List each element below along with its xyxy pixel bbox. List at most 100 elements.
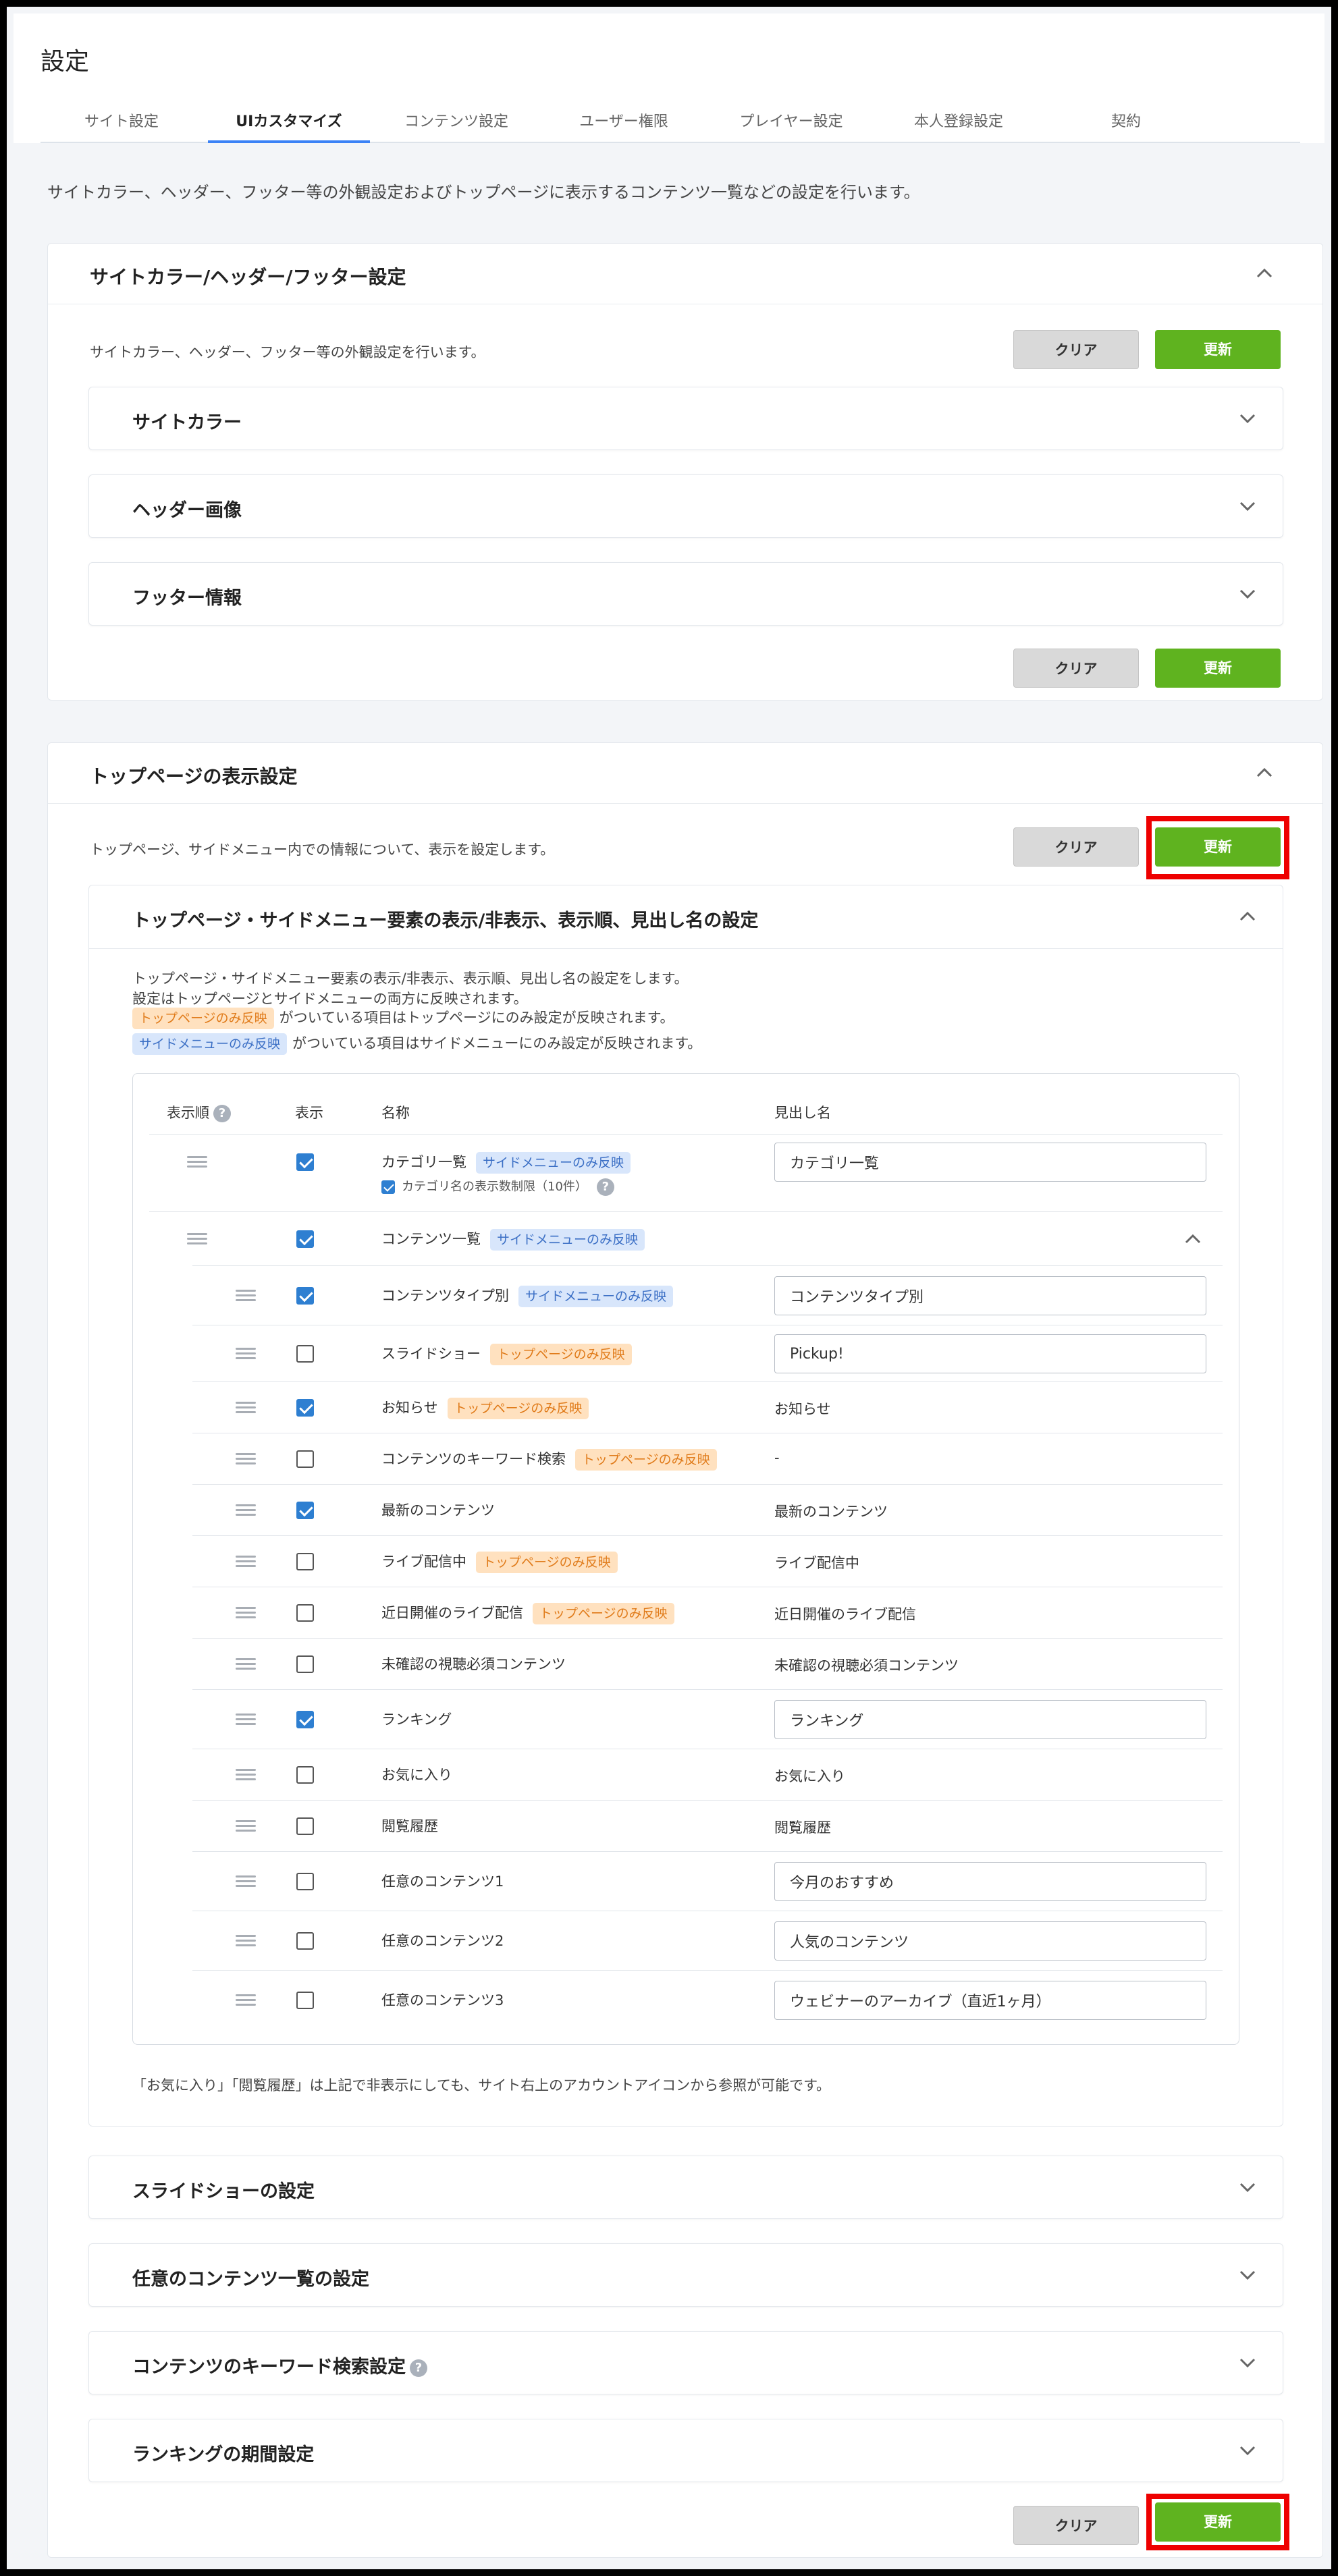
accordion-site-color[interactable]: サイトカラー bbox=[88, 387, 1283, 450]
row-name: 任意のコンテンツ3 bbox=[381, 1990, 513, 2010]
chevron-down-icon[interactable] bbox=[1237, 495, 1258, 517]
category-limit-option[interactable]: カテゴリ名の表示数制限（10件）? bbox=[381, 1177, 614, 1196]
drag-handle-icon[interactable] bbox=[236, 1402, 256, 1414]
section-header[interactable]: トップページの表示設定 bbox=[48, 743, 1322, 804]
tab-site-settings[interactable]: サイト設定 bbox=[41, 101, 203, 143]
row-name-text: コンテンツタイプ別 bbox=[381, 1288, 509, 1304]
accordion-header-image[interactable]: ヘッダー画像 bbox=[88, 474, 1283, 538]
display-checkbox[interactable] bbox=[296, 1502, 314, 1519]
clear-button[interactable]: クリア bbox=[1013, 827, 1139, 867]
chevron-down-icon[interactable] bbox=[1237, 2352, 1258, 2374]
display-checkbox[interactable] bbox=[296, 1711, 314, 1728]
chevron-down-icon[interactable] bbox=[1237, 583, 1258, 605]
heading-input[interactable] bbox=[774, 1276, 1206, 1315]
drag-handle-icon[interactable] bbox=[236, 1290, 256, 1302]
update-button[interactable]: 更新 bbox=[1155, 649, 1281, 688]
drag-handle-icon[interactable] bbox=[236, 1935, 256, 1947]
tab-ui-customize[interactable]: UIカスタマイズ bbox=[208, 101, 370, 143]
clear-button[interactable]: クリア bbox=[1013, 649, 1139, 688]
badge-top-page-only: トップページのみ反映 bbox=[476, 1552, 618, 1573]
heading-input[interactable] bbox=[774, 1700, 1206, 1739]
drag-handle-icon[interactable] bbox=[236, 1714, 256, 1726]
chevron-down-icon[interactable] bbox=[1237, 2264, 1258, 2286]
chevron-down-icon[interactable] bbox=[1237, 2176, 1258, 2198]
row-name: コンテンツのキーワード検索 トップページのみ反映 bbox=[381, 1448, 722, 1471]
panel-header[interactable]: トップページ・サイドメニュー要素の表示/非表示、表示順、見出し名の設定 bbox=[89, 885, 1283, 949]
row-name-text: お知らせ bbox=[381, 1400, 438, 1416]
heading-input[interactable] bbox=[774, 1921, 1206, 1961]
table-row: 未確認の視聴必須コンテンツ 未確認の視聴必須コンテンツ bbox=[192, 1638, 1223, 1689]
accordion-keyword-search-settings[interactable]: コンテンツのキーワード検索設定? bbox=[88, 2331, 1283, 2394]
display-checkbox[interactable] bbox=[296, 1399, 314, 1417]
heading-input[interactable] bbox=[774, 1143, 1206, 1182]
drag-handle-icon[interactable] bbox=[236, 1820, 256, 1832]
help-icon[interactable]: ? bbox=[410, 2359, 427, 2377]
tab-bar: サイト設定 UIカスタマイズ コンテンツ設定 ユーザー権限 プレイヤー設定 本人… bbox=[41, 101, 1300, 143]
update-button[interactable]: 更新 bbox=[1155, 330, 1281, 369]
display-checkbox[interactable] bbox=[296, 1604, 314, 1622]
section-description: サイトカラー、ヘッダー、フッター等の外観設定を行います。 bbox=[90, 344, 485, 360]
display-checkbox[interactable] bbox=[296, 1230, 314, 1248]
drag-handle-icon[interactable] bbox=[236, 1453, 256, 1465]
chevron-up-icon[interactable] bbox=[1254, 263, 1275, 284]
table-row: ライブ配信中 トップページのみ反映 ライブ配信中 bbox=[192, 1535, 1223, 1587]
update-button[interactable]: 更新 bbox=[1155, 2502, 1281, 2542]
drag-handle-icon[interactable] bbox=[236, 1994, 256, 2006]
display-checkbox[interactable] bbox=[296, 1450, 314, 1468]
drag-handle-icon[interactable] bbox=[236, 1658, 256, 1670]
display-checkbox[interactable] bbox=[296, 1655, 314, 1673]
section-header[interactable]: サイトカラー/ヘッダー/フッター設定 bbox=[48, 244, 1322, 304]
display-checkbox[interactable] bbox=[296, 1553, 314, 1570]
drag-handle-icon[interactable] bbox=[236, 1875, 256, 1888]
display-checkbox[interactable] bbox=[296, 1766, 314, 1784]
accordion-slideshow-settings[interactable]: スライドショーの設定 bbox=[88, 2156, 1283, 2219]
panel-note: トップページ・サイドメニュー要素の表示/非表示、表示順、見出し名の設定をします。 bbox=[132, 970, 689, 987]
drag-handle-icon[interactable] bbox=[236, 1556, 256, 1568]
drag-handle-icon[interactable] bbox=[236, 1769, 256, 1781]
display-checkbox[interactable] bbox=[296, 1153, 314, 1171]
chevron-up-icon[interactable] bbox=[1182, 1228, 1204, 1253]
accordion-ranking-period[interactable]: ランキングの期間設定 bbox=[88, 2419, 1283, 2482]
heading-input[interactable] bbox=[774, 1981, 1206, 2020]
drag-handle-icon[interactable] bbox=[187, 1156, 207, 1168]
display-checkbox[interactable] bbox=[296, 1287, 314, 1305]
drag-handle-icon[interactable] bbox=[187, 1233, 207, 1245]
tab-identity-registration[interactable]: 本人登録設定 bbox=[878, 101, 1040, 143]
row-name-text: 最新のコンテンツ bbox=[381, 1502, 495, 1518]
drag-handle-icon[interactable] bbox=[236, 1348, 256, 1360]
drag-handle-icon[interactable] bbox=[236, 1607, 256, 1619]
display-checkbox[interactable] bbox=[296, 1932, 314, 1950]
chevron-up-icon[interactable] bbox=[1254, 762, 1275, 784]
display-checkbox[interactable] bbox=[296, 1345, 314, 1363]
drag-handle-icon[interactable] bbox=[236, 1504, 256, 1516]
heading-text: 未確認の視聴必須コンテンツ bbox=[774, 1657, 959, 1674]
legend-top-only: トップページのみ反映 がついている項目はトップページにのみ設定が反映されます。 bbox=[132, 1007, 674, 1029]
column-header-name: 名称 bbox=[381, 1105, 410, 1121]
chevron-down-icon[interactable] bbox=[1237, 2440, 1258, 2461]
elements-table: 表示順? 表示 名称 見出し名 カテゴリ一覧 サイドメニューのみ反映 カテゴリ名の表… bbox=[132, 1073, 1239, 2045]
clear-button[interactable]: クリア bbox=[1013, 2506, 1139, 2545]
tab-user-permissions[interactable]: ユーザー権限 bbox=[543, 101, 705, 143]
chevron-up-icon[interactable] bbox=[1237, 906, 1258, 927]
display-checkbox[interactable] bbox=[296, 1873, 314, 1890]
category-limit-checkbox[interactable] bbox=[381, 1180, 395, 1194]
tab-player-settings[interactable]: プレイヤー設定 bbox=[710, 101, 872, 143]
badge-top-page-only: トップページのみ反映 bbox=[132, 1008, 274, 1029]
display-checkbox[interactable] bbox=[296, 1992, 314, 2009]
tab-contract[interactable]: 契約 bbox=[1045, 101, 1207, 143]
heading-input[interactable] bbox=[774, 1862, 1206, 1901]
display-checkbox[interactable] bbox=[296, 1817, 314, 1835]
heading-input[interactable] bbox=[774, 1334, 1206, 1373]
tab-content-settings[interactable]: コンテンツ設定 bbox=[375, 101, 537, 143]
accordion-custom-content-list[interactable]: 任意のコンテンツ一覧の設定 bbox=[88, 2243, 1283, 2307]
clear-button[interactable]: クリア bbox=[1013, 330, 1139, 369]
top-bar: 設定 サイト設定 UIカスタマイズ コンテンツ設定 ユーザー権限 プレイヤー設定… bbox=[14, 13, 1324, 143]
update-button[interactable]: 更新 bbox=[1155, 827, 1281, 867]
column-header-heading: 見出し名 bbox=[774, 1105, 831, 1121]
heading-text: 閲覧履歴 bbox=[774, 1819, 831, 1836]
help-icon[interactable]: ? bbox=[596, 1178, 614, 1196]
chevron-down-icon[interactable] bbox=[1237, 408, 1258, 429]
help-icon[interactable]: ? bbox=[213, 1105, 231, 1122]
accordion-footer-info[interactable]: フッター情報 bbox=[88, 562, 1283, 626]
row-name: お知らせ トップページのみ反映 bbox=[381, 1397, 594, 1419]
